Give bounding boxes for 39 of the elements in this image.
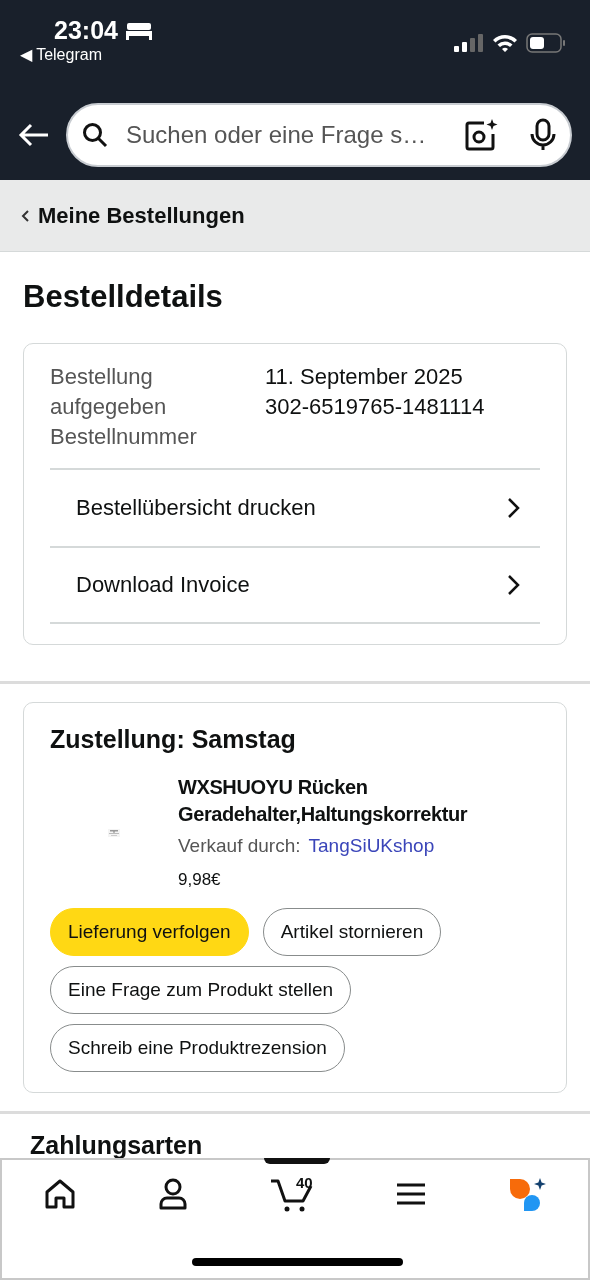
chevron-left-icon xyxy=(20,208,30,223)
list-link[interactable]: Download Invoice xyxy=(50,545,540,624)
microphone-icon[interactable] xyxy=(530,118,556,152)
wifi-icon xyxy=(492,33,518,53)
action-button[interactable]: Artikel stornieren xyxy=(262,908,442,956)
field-value: 302-6519765-1481114 xyxy=(265,392,485,421)
breadcrumb-link[interactable]: Meine Bestellungen xyxy=(0,180,590,252)
primary-button[interactable]: Lieferung verfolgen xyxy=(50,908,249,956)
profile-icon[interactable] xyxy=(158,1178,188,1210)
clock-time: 23:04 xyxy=(54,18,118,43)
action-button[interactable]: Eine Frage zum Produkt stellen xyxy=(50,966,352,1014)
delivery-heading: Zustellung: Samstag xyxy=(50,723,297,755)
page-title: Bestelldetails xyxy=(23,278,224,316)
chevron-right-icon xyxy=(506,496,520,519)
action-button[interactable]: Schreib eine Produktrezension xyxy=(50,1024,345,1072)
section-heading: Zahlungsarten xyxy=(30,1130,204,1160)
seller-label: Verkauf durch: xyxy=(178,834,301,858)
field-label: Bestellnummer xyxy=(50,422,198,451)
product-title[interactable]: WXSHUOYU Rücken Geradehalter,Haltungskorrektur xyxy=(178,774,540,828)
menu-icon[interactable] xyxy=(396,1182,426,1206)
bed-icon xyxy=(125,21,152,40)
field-value: 11. September 2025 xyxy=(265,362,464,391)
camera-icon[interactable] xyxy=(464,118,498,152)
product-price: 9,98€ xyxy=(178,868,222,891)
seller-link[interactable]: TangSiUKshop xyxy=(308,832,435,861)
search-bar[interactable]: Suchen oder eine Frage s… xyxy=(66,103,572,167)
signal-icon xyxy=(454,33,484,53)
assistant-icon[interactable] xyxy=(508,1177,548,1211)
drag-handle[interactable] xyxy=(264,1158,330,1164)
home-icon[interactable] xyxy=(44,1179,76,1209)
list-link[interactable]: Bestellübersicht drucken xyxy=(50,467,540,546)
search-field[interactable]: Suchen oder eine Frage s… xyxy=(124,116,448,154)
battery-icon xyxy=(526,33,566,53)
cart-count: 40 xyxy=(296,1173,313,1193)
search-icon xyxy=(82,122,108,148)
chevron-right-icon xyxy=(506,573,520,596)
field-label: Bestellung aufgegeben xyxy=(50,362,168,421)
back-to-app-link[interactable]: ◀ Telegram xyxy=(20,47,102,63)
back-arrow-icon[interactable] xyxy=(18,123,50,147)
